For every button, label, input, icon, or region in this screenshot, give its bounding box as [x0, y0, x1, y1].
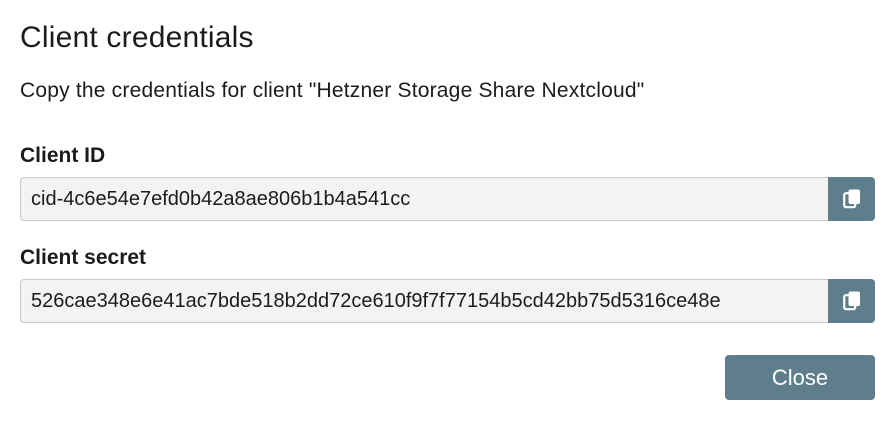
client-id-group — [20, 177, 875, 221]
copy-icon — [842, 291, 861, 311]
client-secret-group — [20, 279, 875, 323]
dialog-description: Copy the credentials for client "Hetzner… — [20, 79, 645, 102]
dialog-title: Client credentials — [20, 21, 254, 54]
credentials-dialog: Client credentials Copy the credentials … — [0, 0, 896, 421]
copy-icon — [842, 189, 861, 209]
client-secret-label: Client secret — [20, 246, 147, 269]
client-secret-field[interactable] — [20, 279, 828, 323]
copy-client-secret-button[interactable] — [828, 279, 875, 323]
client-id-label: Client ID — [20, 144, 106, 167]
close-button[interactable]: Close — [725, 355, 875, 400]
client-id-field[interactable] — [20, 177, 828, 221]
copy-client-id-button[interactable] — [828, 177, 875, 221]
